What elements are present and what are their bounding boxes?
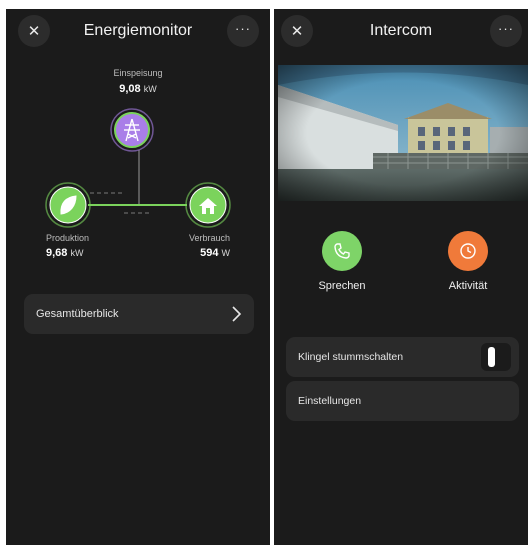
intercom-panel: ✕ Intercom ··· Sprechen Aktivität Klinge… [274, 9, 528, 545]
production-value: 9,68 kW [46, 247, 84, 259]
camera-feed[interactable] [278, 65, 528, 201]
mute-doorbell-row: Klingel stummschalten [286, 337, 519, 377]
activity-button[interactable] [448, 231, 488, 271]
settings-row[interactable]: Einstellungen [286, 381, 519, 421]
consumption-label: Verbrauch [188, 233, 230, 243]
feed-in-node [110, 108, 154, 152]
more-button[interactable]: ··· [490, 15, 522, 47]
consumption-value: 594 W [200, 247, 230, 259]
energy-flow-diagram [45, 108, 231, 228]
speak-button[interactable] [322, 231, 362, 271]
energy-monitor-panel: ✕ Energiemonitor ··· Einspeisung 9,08 kW [6, 9, 270, 545]
toggle-knob [488, 347, 495, 367]
clock-icon [460, 243, 476, 259]
more-dots-icon: ··· [498, 20, 514, 36]
activity-label: Aktivität [448, 280, 488, 292]
mute-doorbell-toggle[interactable] [481, 343, 511, 371]
phone-icon [334, 243, 350, 259]
overview-label: Gesamtüberblick [36, 308, 119, 320]
speak-label: Sprechen [318, 280, 366, 292]
mute-doorbell-label: Klingel stummschalten [298, 351, 404, 363]
camera-image [278, 65, 528, 201]
production-node [45, 182, 91, 228]
overview-row[interactable]: Gesamtüberblick [24, 294, 254, 334]
chevron-right-icon [232, 306, 242, 322]
production-label: Produktion [46, 233, 90, 243]
settings-label: Einstellungen [298, 395, 362, 407]
consumption-node [185, 182, 231, 228]
